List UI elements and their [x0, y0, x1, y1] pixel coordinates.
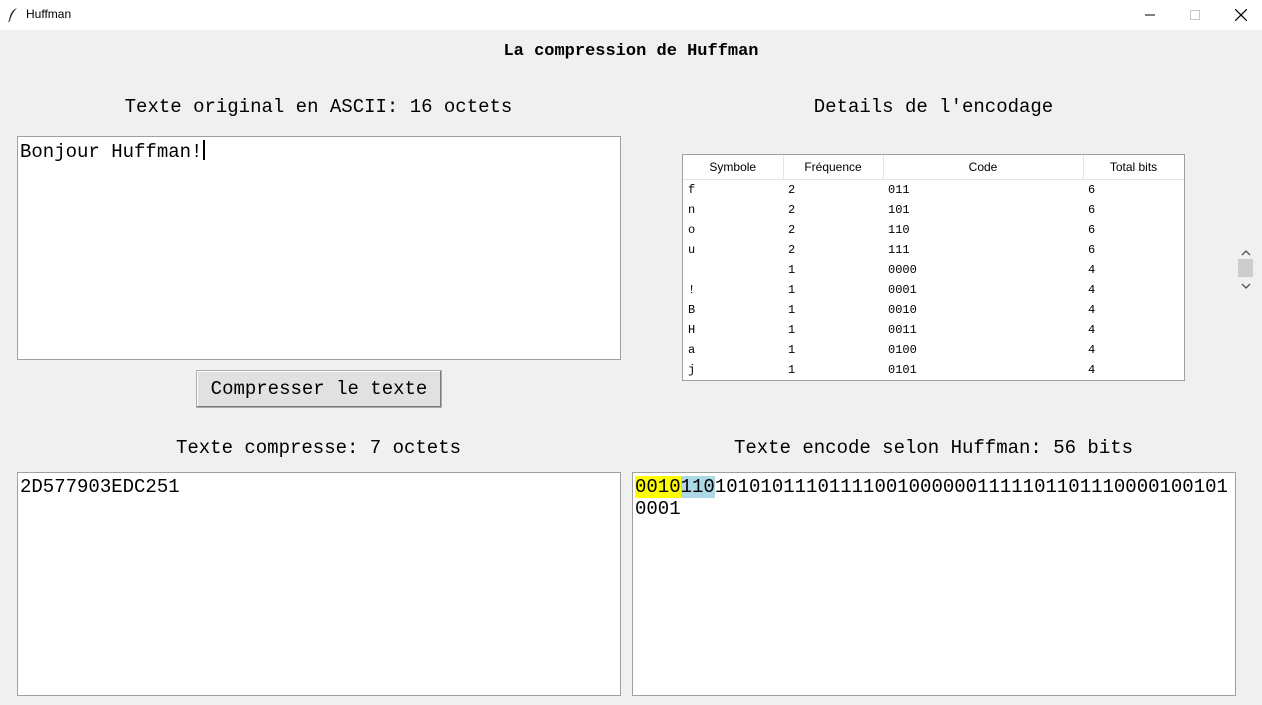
- cell-total-bits: 4: [1088, 263, 1096, 277]
- table-row[interactable]: f 2 011 6: [683, 180, 1184, 201]
- cell-frequency: 1: [788, 363, 796, 377]
- scroll-up-button[interactable]: [1238, 246, 1254, 258]
- cell-symbol: B: [688, 303, 696, 317]
- cell-frequency: 1: [788, 263, 796, 277]
- cell-symbol: o: [688, 223, 696, 237]
- cell-symbol: u: [688, 243, 696, 257]
- cell-frequency: 2: [788, 183, 796, 197]
- original-text-input[interactable]: Bonjour Huffman!: [17, 136, 621, 360]
- cell-code: 0101: [888, 363, 917, 377]
- table-row[interactable]: H 1 0011 4: [683, 320, 1184, 340]
- maximize-button[interactable]: [1172, 0, 1218, 30]
- cell-total-bits: 6: [1088, 183, 1096, 197]
- column-header-total-bits[interactable]: Total bits: [1083, 155, 1184, 180]
- cell-symbol: [683, 260, 783, 280]
- cell-symbol: a: [688, 343, 696, 357]
- original-text-heading: Texte original en ASCII: 16 octets: [124, 96, 513, 118]
- table-row[interactable]: a 1 0100 4: [683, 340, 1184, 360]
- cell-frequency: 2: [788, 223, 796, 237]
- cell-code: 0100: [888, 343, 917, 357]
- table-row[interactable]: B 1 0010 4: [683, 300, 1184, 320]
- maximize-icon: [1190, 10, 1200, 20]
- chevron-down-icon: [1241, 283, 1251, 289]
- cell-symbol: n: [688, 203, 696, 217]
- encoded-bits-rest: 1010101110111100100000011111011011100001…: [635, 476, 1228, 520]
- cell-frequency: 2: [788, 203, 796, 217]
- cell-code: 0000: [888, 263, 917, 277]
- page-title: La compression de Huffman: [503, 42, 759, 61]
- feather-icon: [8, 8, 18, 23]
- cell-frequency: 1: [788, 343, 796, 357]
- cell-code: 110: [888, 223, 910, 237]
- original-text-value: Bonjour Huffman!: [20, 141, 203, 163]
- cell-total-bits: 4: [1088, 283, 1096, 297]
- column-header-code[interactable]: Code: [883, 155, 1084, 180]
- table-row[interactable]: j 1 0101 4: [683, 360, 1184, 380]
- highlighted-code-next: 110: [680, 476, 715, 498]
- cell-code: 111: [888, 243, 910, 257]
- cell-symbol: H: [688, 323, 696, 337]
- compressed-text-value: 2D577903EDC251: [20, 476, 180, 498]
- cell-total-bits: 6: [1088, 203, 1096, 217]
- table-row[interactable]: u 2 111 6: [683, 240, 1184, 260]
- cell-frequency: 2: [788, 243, 796, 257]
- highlighted-code-current: 0010: [635, 476, 681, 498]
- cell-code: 011: [888, 183, 910, 197]
- minimize-button[interactable]: [1127, 0, 1173, 30]
- table-row[interactable]: n 2 101 6: [683, 200, 1184, 220]
- window-title: Huffman: [26, 7, 72, 21]
- cell-symbol: f: [688, 183, 696, 197]
- cell-symbol: j: [688, 363, 696, 377]
- table-row[interactable]: 1 0000 4: [683, 260, 1184, 280]
- encoding-details-heading: Details de l'encodage: [813, 96, 1054, 118]
- column-header-frequency[interactable]: Fréquence: [783, 155, 884, 180]
- compressed-text-heading: Texte compresse: 7 octets: [175, 437, 462, 459]
- table-row[interactable]: o 2 110 6: [683, 220, 1184, 240]
- cell-total-bits: 4: [1088, 363, 1096, 377]
- cell-total-bits: 6: [1088, 243, 1096, 257]
- compress-button[interactable]: Compresser le texte: [196, 370, 442, 408]
- scroll-down-button[interactable]: [1238, 279, 1254, 291]
- cell-frequency: 1: [788, 283, 796, 297]
- title-bar: Huffman: [0, 0, 1262, 30]
- encoded-bits-output[interactable]: 0010110101010111011110010000001111101101…: [632, 472, 1236, 696]
- encoding-table: Symbole Fréquence Code Total bits f 2 011 6…: [682, 154, 1185, 381]
- scrollbar-thumb[interactable]: [1238, 259, 1253, 277]
- close-icon: [1235, 9, 1247, 21]
- cell-code: 101: [888, 203, 910, 217]
- cell-frequency: 1: [788, 303, 796, 317]
- cell-code: 0010: [888, 303, 917, 317]
- text-cursor: [203, 140, 206, 160]
- cell-total-bits: 4: [1088, 323, 1096, 337]
- cell-total-bits: 6: [1088, 223, 1096, 237]
- minimize-icon: [1145, 14, 1155, 16]
- cell-symbol: !: [688, 283, 696, 297]
- cell-code: 0011: [888, 323, 917, 337]
- column-header-symbol[interactable]: Symbole: [683, 155, 784, 180]
- encoded-text-heading: Texte encode selon Huffman: 56 bits: [733, 437, 1134, 459]
- cell-total-bits: 4: [1088, 343, 1096, 357]
- cell-frequency: 1: [788, 323, 796, 337]
- cell-code: 0001: [888, 283, 917, 297]
- close-button[interactable]: [1218, 0, 1262, 30]
- cell-total-bits: 4: [1088, 303, 1096, 317]
- table-row[interactable]: ! 1 0001 4: [683, 280, 1184, 300]
- compressed-text-output[interactable]: 2D577903EDC251: [17, 472, 621, 696]
- chevron-up-icon: [1241, 250, 1251, 256]
